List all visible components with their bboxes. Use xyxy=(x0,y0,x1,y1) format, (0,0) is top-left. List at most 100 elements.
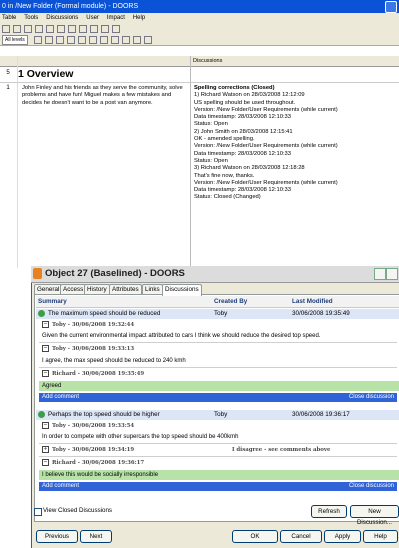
toolbar-icon[interactable] xyxy=(132,36,141,44)
close-discussion-link[interactable]: Close discussion xyxy=(349,393,394,402)
module-row[interactable]: 5 1 Overview xyxy=(0,67,399,83)
expand-icon[interactable]: + xyxy=(42,446,49,453)
discussion-line: Version: /New Folder/User Requirements (… xyxy=(194,143,338,150)
collapse-icon[interactable]: − xyxy=(42,370,49,377)
discussion-action-bar: Add comment Close discussion xyxy=(39,393,397,402)
menu-impact[interactable]: Impact xyxy=(107,15,125,21)
comment-header[interactable]: − Toby - 30/06/2008 19:32:44 xyxy=(42,321,134,330)
maximize-icon[interactable] xyxy=(386,268,398,280)
minimize-icon[interactable] xyxy=(374,268,386,280)
discussion-last-modified: 30/06/2008 19:36:17 xyxy=(292,411,350,418)
comment-header-collapsed[interactable]: + Toby - 30/06/2008 19:34:19 I disagree -… xyxy=(42,446,392,455)
toolbar-icon[interactable] xyxy=(99,36,108,44)
ok-button[interactable]: OK xyxy=(232,530,278,543)
comment-header[interactable]: − Toby - 30/06/2008 19:33:54 xyxy=(42,422,134,431)
discussion-line: 2) John Smith on 28/03/2008 12:15:41 xyxy=(194,128,293,135)
discussion-row[interactable]: The maximum speed should be reduced Toby… xyxy=(36,309,399,319)
menu-user[interactable]: User xyxy=(86,15,99,21)
discussion-action-bar: Add comment Close discussion xyxy=(39,482,397,491)
discussion-line: OK - amended spelling. xyxy=(194,136,255,143)
close-discussion-link[interactable]: Close discussion xyxy=(349,482,394,491)
comment-author-date: Toby - 30/06/2008 19:34:19 xyxy=(52,447,135,453)
comment-header[interactable]: − Richard - 30/06/2008 19:36:17 xyxy=(42,459,144,468)
dialog-titlebar: Object 27 (Baselined) - DOORS xyxy=(31,266,399,283)
toolbar-icon[interactable] xyxy=(143,36,152,44)
comment-header[interactable]: − Toby - 30/06/2008 19:33:13 xyxy=(42,345,134,354)
view-closed-checkbox[interactable] xyxy=(34,508,42,516)
discussion-line: Data timestamp: 28/03/2008 12:10:33 xyxy=(194,150,292,157)
new-discussion-button[interactable]: New Discussion... xyxy=(350,505,399,526)
dialog-title: Object 27 (Baselined) - DOORS xyxy=(45,268,185,279)
toolbar-icon[interactable] xyxy=(44,36,53,44)
summary-column-header[interactable]: Summary xyxy=(38,298,67,305)
comment-header[interactable]: − Richard - 30/06/2008 19:35:49 xyxy=(42,370,144,379)
comment-body: I agree, the max speed should be reduced… xyxy=(42,358,186,364)
toolbar-icon[interactable] xyxy=(88,36,97,44)
discussion-line: US spelling should be used throughout. xyxy=(194,99,296,106)
back-window-menubar: Table Tools Discussions User Impact Help xyxy=(0,13,399,23)
discussions-column-label[interactable]: Discussions xyxy=(193,58,222,64)
minimize-icon[interactable] xyxy=(385,1,397,13)
doors-object-icon xyxy=(33,268,42,279)
toolbar-icon[interactable] xyxy=(55,36,64,44)
discussion-summary: Perhaps the top speed should be higher xyxy=(48,411,160,418)
created-by-column-header[interactable]: Created By xyxy=(214,298,247,305)
level-select[interactable]: All levels xyxy=(2,35,28,45)
toolbar-row-1 xyxy=(0,23,399,34)
apply-button[interactable]: Apply xyxy=(324,530,361,543)
discussion-line: Version: /New Folder/User Requirements (… xyxy=(194,106,338,113)
last-modified-column-header[interactable]: Last Modified xyxy=(292,298,333,305)
module-row[interactable]: 1 John Finley and his friends as they se… xyxy=(0,83,399,267)
add-comment-link[interactable]: Add comment xyxy=(42,393,79,402)
previous-button[interactable]: Previous xyxy=(36,530,78,543)
section-heading: 1 Overview xyxy=(18,68,74,80)
menu-tools[interactable]: Tools xyxy=(24,15,38,21)
toolbar-icon[interactable] xyxy=(24,25,32,33)
view-closed-label: View Closed Discussions xyxy=(43,507,113,514)
toolbar-row-2: All levels xyxy=(0,34,399,46)
toolbar-icon[interactable] xyxy=(79,25,87,33)
menu-table[interactable]: Table xyxy=(2,15,16,21)
toolbar-icon[interactable] xyxy=(46,25,54,33)
discussion-line: 3) Richard Watson on 28/03/2008 12:18:28 xyxy=(194,165,305,172)
divider xyxy=(39,342,397,343)
comment-author-date: Richard - 30/06/2008 19:36:17 xyxy=(52,460,145,466)
discussion-line: Spelling corrections (Closed) xyxy=(194,85,275,91)
collapse-icon[interactable]: − xyxy=(42,422,49,429)
toolbar-icon[interactable] xyxy=(68,25,76,33)
back-window-titlebar: 0 in /New Folder (Formal module) - DOORS xyxy=(0,0,399,13)
discussion-last-modified: 30/06/2008 19:35:49 xyxy=(292,310,350,317)
menu-help[interactable]: Help xyxy=(133,15,145,21)
discussion-line: Version: /New Folder/User Requirements (… xyxy=(194,179,338,186)
toolbar-icon[interactable] xyxy=(101,25,109,33)
toolbar-icon[interactable] xyxy=(33,36,42,44)
toolbar-icon[interactable] xyxy=(35,25,43,33)
comment-preview: I disagree - see comments above xyxy=(232,447,331,453)
row-number: 1 xyxy=(6,85,10,91)
toolbar-icon[interactable] xyxy=(2,25,10,33)
discussion-row[interactable]: Perhaps the top speed should be higher T… xyxy=(36,410,399,420)
collapse-icon[interactable]: − xyxy=(42,459,49,466)
collapse-icon[interactable]: − xyxy=(42,345,49,352)
discussion-icon xyxy=(38,310,45,317)
cancel-button[interactable]: Cancel xyxy=(280,530,322,543)
add-comment-link[interactable]: Add comment xyxy=(42,482,79,491)
toolbar-icon[interactable] xyxy=(13,25,21,33)
toolbar-icon[interactable] xyxy=(112,25,120,33)
toolbar-icon[interactable] xyxy=(57,25,65,33)
toolbar-icon[interactable] xyxy=(90,25,98,33)
toolbar-icon[interactable] xyxy=(121,36,130,44)
discussion-text: Spelling corrections (Closed) 1) Richard… xyxy=(194,85,394,202)
collapse-icon[interactable]: − xyxy=(42,321,49,328)
tab-discussions[interactable]: Discussions xyxy=(162,284,202,296)
discussion-created-by: Toby xyxy=(214,310,228,317)
toolbar-icon[interactable] xyxy=(66,36,75,44)
divider xyxy=(39,456,397,457)
toolbar-icon[interactable] xyxy=(110,36,119,44)
next-button[interactable]: Next xyxy=(80,530,112,543)
help-button[interactable]: Help xyxy=(363,530,398,543)
refresh-button[interactable]: Refresh xyxy=(311,505,347,518)
menu-discussions[interactable]: Discussions xyxy=(46,15,78,21)
back-window-title: 0 in /New Folder (Formal module) - DOORS xyxy=(2,3,139,10)
toolbar-icon[interactable] xyxy=(77,36,86,44)
